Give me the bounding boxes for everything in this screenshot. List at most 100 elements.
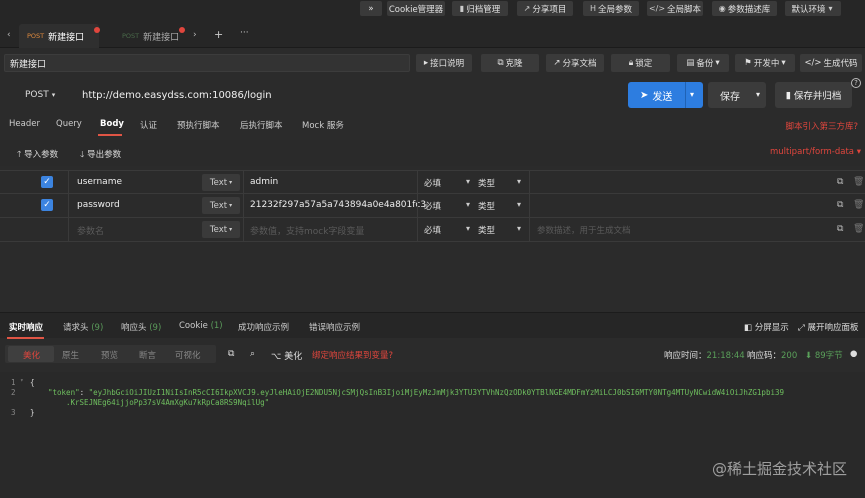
- bind-response-var-link[interactable]: 绑定响应结果到变量?: [312, 349, 393, 361]
- format-switch: 美化 原生 预览 断言 可视化: [5, 345, 216, 363]
- import-params-button[interactable]: 🡑 导入参数: [17, 148, 58, 163]
- param-enabled-checkbox[interactable]: [41, 223, 53, 235]
- delete-icon[interactable]: 🗑︎: [853, 177, 864, 187]
- save-archive-button[interactable]: ▮ 保存并归档: [775, 82, 852, 108]
- tab-response-headers[interactable]: 响应头 (9): [121, 321, 161, 333]
- cookie-manager-button[interactable]: Cookie管理器: [387, 1, 445, 16]
- response-body[interactable]: 1 ▾ { 2 "token": "eyJhbGciOiJIUzI1NiIsIn…: [0, 372, 865, 498]
- fold-icon[interactable]: ▾: [20, 377, 24, 384]
- share-project-button[interactable]: ↗ 分享项目: [517, 1, 573, 16]
- copy-icon[interactable]: ⧉: [837, 177, 843, 187]
- tabs-prev-icon[interactable]: ‹: [7, 30, 11, 40]
- param-datatype-select[interactable]: 类型: [478, 200, 495, 212]
- cell-divider: [243, 218, 244, 242]
- split-screen-button[interactable]: ◧ 分屏显示: [744, 321, 789, 333]
- active-tab-indicator: [7, 337, 44, 339]
- export-params-button[interactable]: 🡓 导出参数: [80, 148, 121, 163]
- share-doc-button[interactable]: ↗ 分享文档: [546, 54, 604, 72]
- add-tab-button[interactable]: +: [214, 28, 223, 41]
- info-icon[interactable]: ●: [850, 349, 857, 359]
- tab-body[interactable]: Body: [100, 119, 124, 129]
- tab-query[interactable]: Query: [56, 119, 82, 129]
- param-required-select[interactable]: 必填: [424, 224, 441, 236]
- global-script-button[interactable]: </> 全局脚本: [647, 1, 703, 16]
- param-required-select[interactable]: 必填: [424, 200, 441, 212]
- save-button[interactable]: 保存 ▾: [708, 82, 766, 108]
- param-value-input[interactable]: admin: [250, 177, 278, 187]
- help-icon[interactable]: ?: [851, 78, 861, 88]
- method-select[interactable]: POST ▾: [7, 82, 69, 108]
- lock-button[interactable]: 🔒︎ 锁定: [611, 54, 670, 72]
- response-code-label: 响应码：: [747, 351, 782, 361]
- copy-icon[interactable]: ⧉: [837, 224, 843, 234]
- save-archive-label: 保存并归档: [793, 91, 842, 102]
- copy-icon[interactable]: ⧉: [837, 200, 843, 210]
- beautify-button[interactable]: ⌥ 美化: [271, 349, 302, 362]
- tab-realtime-response[interactable]: 实时响应: [9, 321, 43, 333]
- body-mode-select[interactable]: multipart/form-data ▾: [770, 147, 861, 157]
- param-library-button[interactable]: ◉ 参数描述库: [712, 1, 777, 16]
- arrow-down-icon: 🡓: [80, 150, 85, 160]
- param-type-select[interactable]: Text ▾: [202, 174, 240, 191]
- response-time-label: 响应时间：: [664, 351, 707, 361]
- format-raw[interactable]: 原生: [62, 349, 79, 361]
- more-tabs-button[interactable]: ···: [240, 28, 249, 38]
- format-preview[interactable]: 预览: [101, 349, 118, 361]
- param-type-select[interactable]: Text ▾: [202, 197, 240, 214]
- param-datatype-select[interactable]: 类型: [478, 177, 495, 189]
- tab-pre-script[interactable]: 预执行脚本: [177, 119, 220, 131]
- param-desc-input[interactable]: 参数描述，用于生成文档: [537, 224, 631, 236]
- script-library-link[interactable]: 脚本引入第三方库?: [785, 120, 858, 132]
- tab-new-api-1[interactable]: POST 新建接口: [19, 24, 99, 48]
- global-params-button[interactable]: H 全局参数: [583, 1, 639, 16]
- expand-panel-button[interactable]: ⤢ 展开响应面板: [798, 321, 859, 333]
- param-type-select[interactable]: Text ▾: [202, 221, 240, 238]
- param-enabled-checkbox[interactable]: ✓: [41, 199, 53, 211]
- tab-success-example[interactable]: 成功响应示例: [238, 321, 289, 333]
- chevron-down-icon[interactable]: ▾: [690, 90, 694, 99]
- tab-cookie[interactable]: Cookie (1): [179, 321, 223, 331]
- gen-code-button[interactable]: </> 生成代码: [800, 54, 862, 72]
- delete-icon[interactable]: 🗑︎: [853, 224, 864, 234]
- param-value-input[interactable]: 21232f297a57a5a743894a0e4a801fc3: [250, 200, 426, 210]
- param-datatype-select[interactable]: 类型: [478, 224, 495, 236]
- env-select[interactable]: 默认环境 ▾: [785, 1, 841, 16]
- expand-toolbar-button[interactable]: »: [360, 1, 382, 16]
- url-input[interactable]: http://demo.easydss.com:10086/login: [72, 82, 620, 108]
- tab-post-script[interactable]: 后执行脚本: [240, 119, 283, 131]
- param-value-input[interactable]: 参数值，支持mock字段变量: [250, 224, 364, 237]
- backup-button[interactable]: ▤ 备份 ▾: [677, 54, 729, 72]
- send-button[interactable]: ➤ 发送 ▾: [628, 82, 703, 108]
- api-doc-button[interactable]: ▸ 接口说明: [416, 54, 472, 72]
- tab-auth[interactable]: 认证: [140, 119, 157, 131]
- search-icon[interactable]: ⌕: [250, 349, 255, 359]
- api-name-input[interactable]: 新建接口: [4, 54, 410, 72]
- tab-header[interactable]: Header: [9, 119, 40, 129]
- share-doc-label: 分享文档: [562, 59, 597, 69]
- response-toolbar: 美化 原生 预览 断言 可视化 ⧉ ⌕ ⌥ 美化 绑定响应结果到变量? 响应时间…: [0, 344, 865, 366]
- status-select[interactable]: ⚑ 开发中 ▾: [735, 54, 795, 72]
- tab-new-api-2[interactable]: POST 新建接口: [114, 24, 188, 48]
- chevron-down-icon[interactable]: ▾: [756, 90, 760, 99]
- json-value: "eyJhbGciOiJIUzI1NiIsInR5cCI6IkpXVCJ9.ey…: [88, 388, 785, 397]
- param-enabled-checkbox[interactable]: ✓: [41, 176, 53, 188]
- format-assert[interactable]: 断言: [139, 349, 156, 361]
- line-number: 3: [11, 408, 16, 417]
- format-visualize[interactable]: 可视化: [175, 349, 201, 361]
- param-library-label: 参数描述库: [727, 4, 771, 15]
- copy-icon[interactable]: ⧉: [228, 349, 234, 359]
- tab-error-example[interactable]: 错误响应示例: [309, 321, 360, 333]
- tabs-next-icon[interactable]: ›: [193, 30, 197, 40]
- param-key-input[interactable]: password: [77, 200, 120, 210]
- format-beautify[interactable]: 美化: [23, 349, 40, 361]
- archive-manager-button[interactable]: ▮ 归档管理: [452, 1, 508, 16]
- param-required-select[interactable]: 必填: [424, 177, 441, 189]
- tab-request-headers[interactable]: 请求头 (9): [63, 321, 103, 333]
- clone-button[interactable]: ⧉ 克隆: [481, 54, 539, 72]
- param-key-input[interactable]: username: [77, 177, 122, 187]
- param-key-input[interactable]: 参数名: [77, 224, 104, 237]
- chevron-down-icon: ▾: [51, 91, 56, 99]
- delete-icon[interactable]: 🗑︎: [853, 200, 864, 210]
- cell-divider: [68, 194, 69, 218]
- tab-mock[interactable]: Mock 服务: [302, 119, 344, 131]
